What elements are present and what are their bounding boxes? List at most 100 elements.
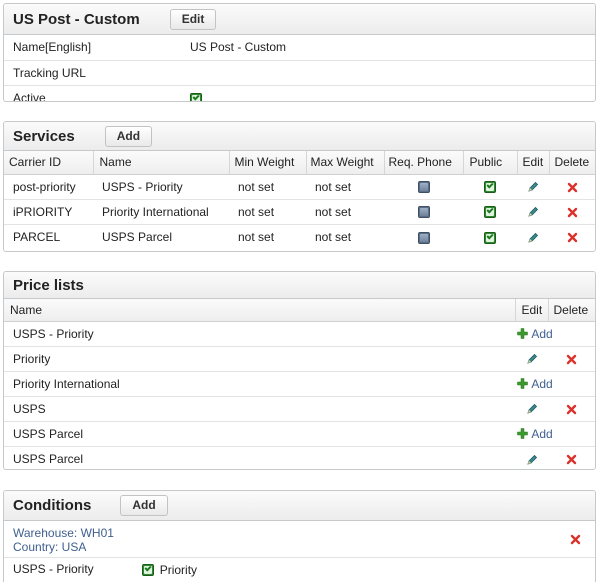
- add-price-list-link[interactable]: Add: [517, 326, 553, 341]
- condition-row: Warehouse: WH01 Country: USA: [4, 521, 595, 558]
- edit-cell: [515, 396, 548, 422]
- edit-cell: [515, 346, 548, 372]
- public-checkbox-icon[interactable]: [484, 231, 496, 244]
- delete-cell: [549, 199, 595, 225]
- field-label: Name[English]: [4, 35, 181, 61]
- col-delete[interactable]: Delete: [548, 299, 595, 322]
- conditions-title: Conditions: [13, 497, 92, 514]
- services-add-button[interactable]: Add: [104, 125, 153, 147]
- carrier-id-cell: iPRIORITY: [4, 199, 93, 225]
- pencil-icon[interactable]: [527, 181, 539, 193]
- public-checkbox-icon[interactable]: [484, 206, 496, 219]
- delete-x-icon[interactable]: [567, 232, 578, 243]
- carrier-id-cell: PARCEL: [13, 229, 61, 244]
- req-phone-cell: [384, 224, 463, 249]
- price-list-name: Priority: [4, 346, 515, 372]
- req-phone-cell: [384, 174, 463, 200]
- max-weight-cell: not set: [306, 199, 384, 225]
- carrier-edit-button[interactable]: Edit: [169, 8, 217, 30]
- pencil-icon[interactable]: [526, 403, 538, 415]
- condition-service-cell: USPS - Priority Priority: [4, 557, 595, 581]
- table-row: USPS Parcel Add: [4, 421, 595, 447]
- req-phone-checkbox-icon[interactable]: [417, 181, 430, 194]
- conditions-table: Warehouse: WH01 Country: USA USPS - Prio…: [4, 521, 595, 581]
- pencil-icon[interactable]: [527, 232, 539, 244]
- pencil-icon[interactable]: [526, 353, 538, 365]
- public-cell: [463, 199, 517, 225]
- condition-country[interactable]: Country: USA: [13, 540, 546, 554]
- delete-cell: [549, 224, 595, 249]
- public-checkbox-icon[interactable]: [484, 181, 496, 194]
- add-price-list-link[interactable]: Add: [517, 426, 553, 441]
- carrier-field-row: Tracking URL: [4, 60, 595, 86]
- delete-x-icon[interactable]: [567, 182, 578, 193]
- req-phone-checkbox-icon[interactable]: [417, 231, 430, 244]
- edit-cell: [517, 174, 549, 200]
- min-weight-cell: not set: [229, 199, 306, 225]
- table-row: post-priority USPS - Priority not set no…: [4, 174, 595, 200]
- col-carrier-id[interactable]: Carrier ID: [4, 151, 94, 175]
- carrier-id-cell: post-priority: [4, 174, 93, 200]
- field-label: Active: [13, 90, 46, 102]
- price-lists-header-row: Name Edit Delete: [4, 299, 595, 322]
- delete-x-icon[interactable]: [567, 207, 578, 218]
- table-row: USPS - Priority Add: [4, 321, 595, 347]
- delete-x-icon[interactable]: [566, 404, 577, 415]
- col-max-weight[interactable]: Max Weight: [306, 151, 385, 175]
- col-public[interactable]: Public: [463, 151, 518, 175]
- conditions-panel: Conditions Add Warehouse: WH01 Country: …: [3, 490, 596, 582]
- delete-x-icon[interactable]: [566, 454, 577, 465]
- add-price-list-link[interactable]: Add: [517, 376, 553, 391]
- col-edit[interactable]: Edit: [517, 151, 550, 175]
- edit-cell: [517, 224, 549, 249]
- add-price-list-cell: Add: [515, 321, 595, 347]
- price-lists-panel: Price lists Name Edit Delete USPS - Prio…: [3, 271, 596, 470]
- col-name[interactable]: Name: [4, 299, 516, 322]
- price-list-name: USPS Parcel: [13, 451, 84, 466]
- price-lists-table: Name Edit Delete USPS - Priority Add Pri…: [4, 299, 595, 469]
- price-list-name: USPS: [4, 396, 515, 422]
- delete-cell: [548, 446, 595, 469]
- conditions-panel-header: Conditions Add: [4, 491, 595, 521]
- price-list-name: Priority International: [4, 371, 515, 397]
- table-row: PARCEL USPS Parcel not set not set: [4, 224, 595, 249]
- price-lists-panel-header: Price lists: [4, 272, 595, 299]
- condition-warehouse[interactable]: Warehouse: WH01: [13, 526, 546, 540]
- req-phone-checkbox-icon[interactable]: [417, 206, 430, 219]
- condition-service-row: USPS - Priority Priority: [4, 557, 595, 581]
- delete-x-icon[interactable]: [566, 354, 577, 365]
- active-checkbox-icon[interactable]: [190, 92, 202, 101]
- table-row: USPS Parcel: [4, 446, 595, 469]
- pencil-icon[interactable]: [527, 206, 539, 218]
- col-name[interactable]: Name: [93, 151, 230, 175]
- services-header-row: Carrier ID Name Min Weight Max Weight Re…: [4, 151, 595, 175]
- col-delete[interactable]: Delete: [549, 151, 595, 175]
- table-row: Priority International Add: [4, 371, 595, 397]
- carrier-details-table: Name[English] US Post - Custom Tracking …: [4, 35, 595, 102]
- delete-cell: [555, 521, 595, 558]
- priority-checkbox-icon[interactable]: [142, 563, 155, 576]
- condition-service-name: USPS - Priority: [13, 561, 94, 576]
- carrier-field-row: Name[English] US Post - Custom: [4, 35, 595, 61]
- edit-cell: [515, 446, 548, 469]
- min-weight-cell: not set: [229, 174, 306, 200]
- conditions-add-button[interactable]: Add: [120, 495, 168, 516]
- price-list-name: USPS Parcel: [4, 421, 515, 447]
- delete-x-icon[interactable]: [570, 534, 581, 545]
- services-panel: Services Add Carrier ID Name Min Weight …: [3, 121, 596, 252]
- carrier-field-row: Active: [4, 85, 595, 102]
- max-weight-cell: not set: [306, 174, 384, 200]
- pencil-icon[interactable]: [526, 454, 538, 466]
- col-min-weight[interactable]: Min Weight: [229, 151, 307, 175]
- col-edit[interactable]: Edit: [515, 299, 549, 322]
- table-row: USPS: [4, 396, 595, 422]
- field-label: Tracking URL: [4, 60, 181, 86]
- min-weight-cell: not set: [238, 229, 275, 244]
- delete-cell: [548, 346, 595, 372]
- col-req-phone[interactable]: Req. Phone: [384, 151, 464, 175]
- public-cell: [463, 224, 517, 249]
- add-link-text: Add: [531, 426, 553, 441]
- service-name-cell: USPS - Priority: [93, 174, 229, 200]
- service-name-cell: USPS Parcel: [102, 229, 173, 244]
- condition-location-cell: Warehouse: WH01 Country: USA: [4, 521, 555, 558]
